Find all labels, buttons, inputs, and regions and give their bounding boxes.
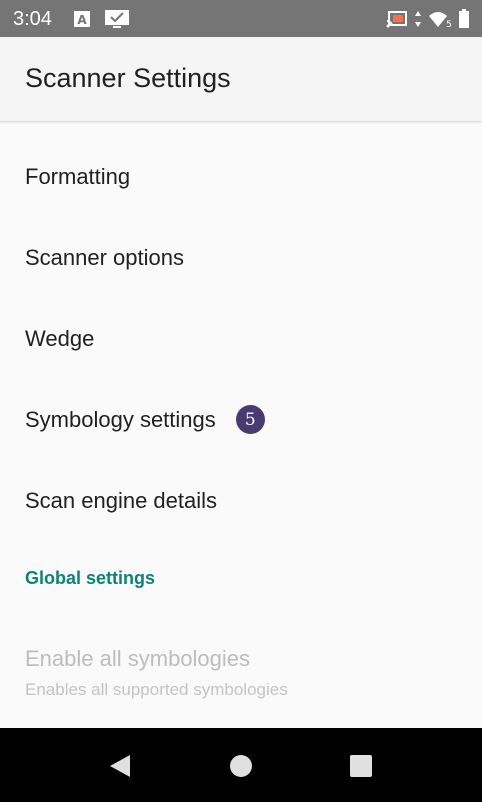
section-header-global-settings: Global settings [25,568,156,588]
settings-item-formatting[interactable]: Formatting [0,136,482,217]
status-bar: 3:04 A 5 [0,0,482,37]
page-title: Scanner Settings [25,63,231,93]
settings-item-enable-all-symbologies[interactable]: Enable all symbologies Enables all suppo… [0,630,482,720]
recents-icon[interactable] [345,750,377,782]
svg-text:A: A [77,13,87,27]
settings-item-scanner-options[interactable]: Scanner options [0,217,482,298]
settings-item-label: Formatting [25,163,131,189]
data-arrows-icon [415,11,421,27]
settings-item-wedge[interactable]: Wedge [0,298,482,379]
settings-item-label: Wedge [25,325,95,351]
home-icon[interactable] [225,750,257,782]
settings-item-title: Enable all symbologies [25,646,251,671]
status-time: 3:04 [13,8,52,30]
settings-item-summary: Enables all supported symbologies [25,680,288,699]
settings-item-label: Scanner options [25,244,184,270]
count-badge: 5 [235,405,265,434]
settings-item-label: Scan engine details [25,487,218,513]
battery-icon [459,9,469,28]
wifi-badge: 5 [446,20,452,28]
cast-icon [386,11,407,28]
app-bar: Scanner Settings [0,37,482,122]
navigation-bar [0,728,482,802]
download-check-icon [105,10,129,28]
wifi-icon: 5 [429,12,452,28]
settings-item-label: Symbology settings [25,406,216,432]
settings-item-symbology-settings[interactable]: Symbology settings 5 [0,379,482,460]
back-icon[interactable] [104,750,136,782]
settings-item-scan-engine-details[interactable]: Scan engine details [0,460,482,541]
accessibility-a-icon: A [74,11,90,27]
